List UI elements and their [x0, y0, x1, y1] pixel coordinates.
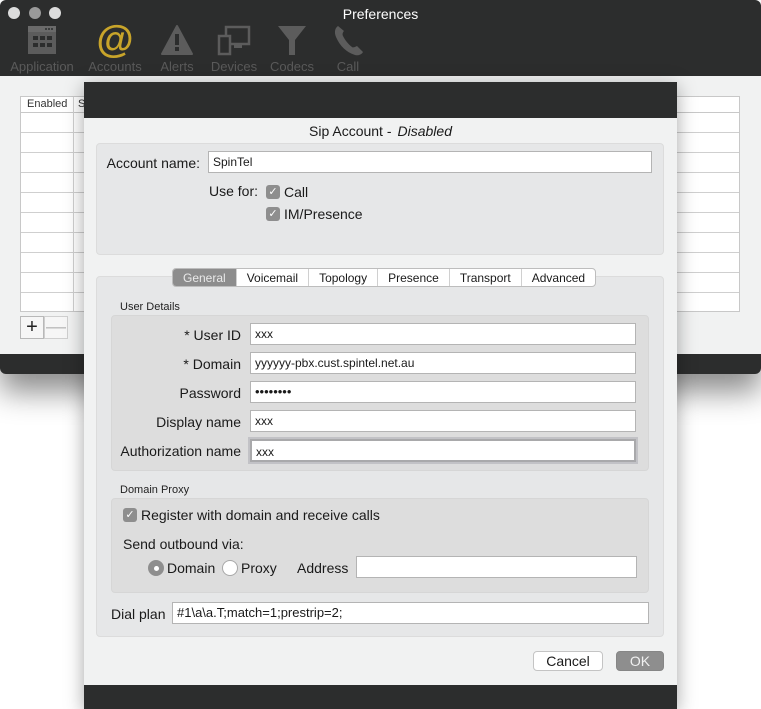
tab-topology[interactable]: Topology [308, 269, 377, 286]
toolbar-label: Application [10, 59, 74, 74]
settings-tab-bar: General Voicemail Topology Presence Tran… [172, 268, 597, 287]
devices-icon [217, 25, 251, 56]
column-divider [73, 97, 74, 311]
toolbar-alerts[interactable]: Alerts [156, 22, 198, 74]
outbound-proxy-label: Proxy [241, 560, 277, 576]
use-for-im-presence-checkbox[interactable]: ✓ [266, 207, 280, 221]
use-for-label: Use for: [208, 183, 258, 199]
user-id-input[interactable]: xxx [250, 323, 636, 345]
sheet-title-text: Sip Account - [309, 123, 392, 139]
use-for-call-label: Call [284, 184, 309, 200]
toolbar-label: Devices [210, 59, 258, 74]
proxy-address-input[interactable] [356, 556, 637, 578]
tab-advanced[interactable]: Advanced [520, 269, 595, 286]
toolbar-label: Codecs [269, 59, 315, 74]
sheet-top-bar [84, 82, 677, 118]
outbound-domain-label: Domain [167, 560, 216, 576]
tab-presence[interactable]: Presence [377, 269, 449, 286]
remove-account-button[interactable]: — [44, 316, 68, 339]
register-with-domain-label: Register with domain and receive calls [141, 507, 380, 523]
tab-voicemail[interactable]: Voicemail [235, 269, 308, 286]
toolbar-label: Accounts [88, 59, 142, 74]
cancel-button[interactable]: Cancel [533, 651, 603, 671]
toolbar-devices[interactable]: Devices [208, 22, 260, 74]
password-input[interactable]: •••••••• [250, 381, 636, 403]
domain-input[interactable]: yyyyyy-pbx.cust.spintel.net.au [250, 352, 636, 374]
domain-label: * Domain [183, 356, 241, 372]
toolbar-codecs[interactable]: Codecs [266, 22, 318, 74]
send-outbound-label: Send outbound via: [123, 536, 244, 552]
add-account-button[interactable]: + [20, 316, 44, 339]
account-name-input[interactable]: SpinTel [208, 151, 652, 173]
user-id-label: * User ID [184, 327, 241, 343]
use-for-call-checkbox[interactable]: ✓ [266, 185, 280, 199]
user-details-heading: User Details [120, 301, 180, 313]
account-name-label: Account name: [106, 155, 200, 171]
outbound-proxy-radio[interactable] [222, 560, 238, 576]
outbound-domain-radio[interactable] [148, 560, 164, 576]
window-title: Preferences [342, 6, 419, 22]
toolbar-accounts[interactable]: @ Accounts [86, 22, 144, 74]
display-name-label: Display name [156, 414, 241, 430]
ok-button[interactable]: OK [616, 651, 664, 671]
svg-text:@: @ [97, 22, 133, 58]
at-sign-icon: @ [97, 22, 133, 58]
toolbar-label: Call [336, 59, 360, 74]
toolbar-label: Alerts [160, 59, 194, 74]
display-name-input[interactable]: xxx [250, 410, 636, 432]
authorization-name-input[interactable]: xxx [250, 439, 636, 462]
sheet-bottom-bar [84, 685, 677, 709]
account-status: Disabled [397, 123, 452, 139]
toolbar-call[interactable]: Call [328, 22, 368, 74]
tab-general[interactable]: General [173, 269, 236, 286]
column-header-enabled[interactable]: Enabled [27, 98, 67, 110]
funnel-icon [278, 26, 306, 55]
calendar-grid-icon [28, 26, 56, 54]
authorization-name-label: Authorization name [120, 443, 241, 459]
register-with-domain-checkbox[interactable]: ✓ [123, 508, 137, 522]
dial-plan-input[interactable]: #1\a\a.T;match=1;prestrip=2; [172, 602, 649, 624]
address-label: Address [297, 560, 349, 576]
title-bar: Preferences Application @ Accounts Alert… [0, 0, 761, 76]
toolbar-application[interactable]: Application [8, 22, 76, 74]
dial-plan-label: Dial plan [111, 606, 166, 622]
use-for-im-presence-label: IM/Presence [284, 206, 363, 222]
domain-proxy-heading: Domain Proxy [120, 484, 190, 496]
password-label: Password [179, 385, 241, 401]
phone-icon [334, 26, 363, 56]
sip-account-sheet: Sip Account - Disabled Account name: Spin… [84, 82, 677, 709]
warning-triangle-icon [161, 25, 193, 55]
tab-transport[interactable]: Transport [448, 269, 521, 286]
sheet-title: Sip Account - Disabled [84, 123, 677, 139]
